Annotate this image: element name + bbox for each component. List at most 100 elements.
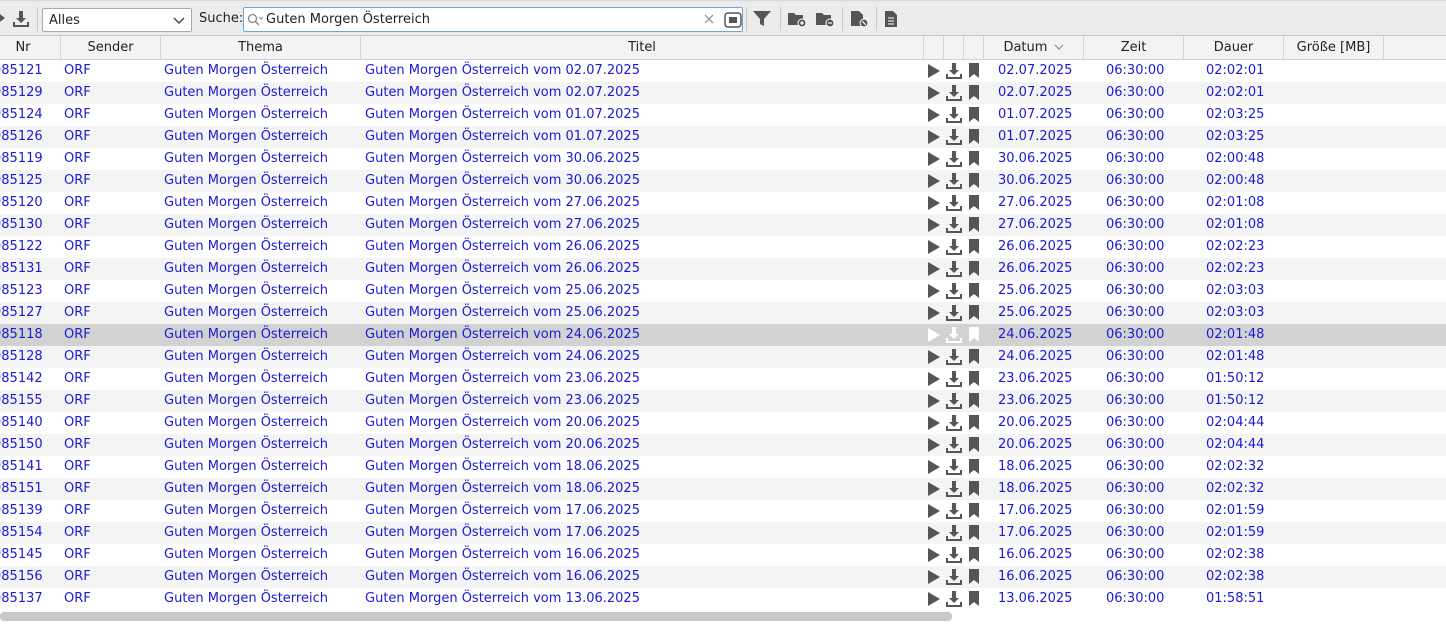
download-icon[interactable] xyxy=(945,502,963,524)
search-config-icon[interactable] xyxy=(724,11,742,33)
download-icon[interactable] xyxy=(945,546,963,568)
table-row[interactable]: 985124 ORF Guten Morgen Österreich Guten Mo… xyxy=(0,104,1446,126)
play-icon[interactable] xyxy=(927,217,941,237)
download-icon[interactable] xyxy=(945,128,963,150)
table-row[interactable]: 985141 ORF Guten Morgen Österreich Guten Mo… xyxy=(0,456,1446,478)
bookmark-icon[interactable] xyxy=(968,194,980,215)
play-icon[interactable] xyxy=(927,371,941,391)
bookmark-icon[interactable] xyxy=(968,260,980,281)
table-row[interactable]: 985128 ORF Guten Morgen Österreich Guten Mo… xyxy=(0,346,1446,368)
play-icon[interactable] xyxy=(927,393,941,413)
filter-select[interactable]: Alles xyxy=(42,8,192,32)
play-icon[interactable] xyxy=(927,129,941,149)
table-row[interactable]: 985123 ORF Guten Morgen Österreich Guten Mo… xyxy=(0,280,1446,302)
bookmark-icon[interactable] xyxy=(968,590,980,610)
table-row[interactable]: 985154 ORF Guten Morgen Österreich Guten Mo… xyxy=(0,522,1446,544)
table-row[interactable]: 985127 ORF Guten Morgen Österreich Guten Mo… xyxy=(0,302,1446,324)
table-row[interactable]: 985140 ORF Guten Morgen Österreich Guten Mo… xyxy=(0,412,1446,434)
play-icon[interactable] xyxy=(927,569,941,589)
play-icon[interactable] xyxy=(927,459,941,479)
column-header-titel[interactable]: Titel xyxy=(361,36,924,59)
column-header-dauer[interactable]: Dauer xyxy=(1184,36,1284,59)
bookmark-icon[interactable] xyxy=(968,172,980,193)
blacklist-icon[interactable] xyxy=(849,10,869,28)
bookmark-icon[interactable] xyxy=(968,282,980,303)
remove-filter-icon[interactable] xyxy=(815,10,835,28)
download-icon[interactable] xyxy=(945,84,963,106)
bookmark-icon[interactable] xyxy=(968,414,980,435)
column-header-zeit[interactable]: Zeit xyxy=(1084,36,1184,59)
download-icon[interactable] xyxy=(945,348,963,370)
table-row[interactable]: 985120 ORF Guten Morgen Österreich Guten Mo… xyxy=(0,192,1446,214)
download-icon[interactable] xyxy=(945,480,963,502)
download-icon[interactable] xyxy=(945,260,963,282)
bookmark-icon[interactable] xyxy=(968,62,980,83)
download-icon[interactable] xyxy=(945,238,963,260)
bookmark-icon[interactable] xyxy=(968,238,980,259)
bookmark-icon[interactable] xyxy=(968,568,980,589)
play-toolbar-icon[interactable] xyxy=(0,11,6,25)
download-icon[interactable] xyxy=(945,524,963,546)
table-row[interactable]: 985125 ORF Guten Morgen Österreich Guten Mo… xyxy=(0,170,1446,192)
clear-icon[interactable] xyxy=(703,13,715,29)
filter-icon[interactable] xyxy=(753,10,771,27)
download-icon[interactable] xyxy=(945,216,963,238)
column-header-groesse[interactable]: Größe [MB] xyxy=(1284,36,1384,59)
bookmark-icon[interactable] xyxy=(968,304,980,325)
table-row[interactable]: 985118 ORF Guten Morgen Österreich Guten Mo… xyxy=(0,324,1446,346)
play-icon[interactable] xyxy=(927,195,941,215)
column-header-nr[interactable]: Nr xyxy=(0,36,61,59)
bookmark-icon[interactable] xyxy=(968,370,980,391)
table-row[interactable]: 985129 ORF Guten Morgen Österreich Guten Mo… xyxy=(0,82,1446,104)
bookmark-icon[interactable] xyxy=(968,502,980,523)
magnifier-icon[interactable] xyxy=(247,13,264,31)
play-icon[interactable] xyxy=(927,63,941,83)
table-row[interactable]: 985122 ORF Guten Morgen Österreich Guten Mo… xyxy=(0,236,1446,258)
table-row[interactable]: 985137 ORF Guten Morgen Österreich Guten Mo… xyxy=(0,588,1446,610)
play-icon[interactable] xyxy=(927,349,941,369)
table-row[interactable]: 985121 ORF Guten Morgen Österreich Guten Mo… xyxy=(0,60,1446,82)
play-icon[interactable] xyxy=(927,525,941,545)
bookmark-icon[interactable] xyxy=(968,106,980,127)
download-icon[interactable] xyxy=(945,436,963,458)
horizontal-scrollbar[interactable] xyxy=(0,612,952,621)
bookmark-icon[interactable] xyxy=(968,326,980,347)
play-icon[interactable] xyxy=(927,85,941,105)
play-icon[interactable] xyxy=(927,415,941,435)
bookmark-icon[interactable] xyxy=(968,392,980,413)
table-row[interactable]: 985142 ORF Guten Morgen Österreich Guten Mo… xyxy=(0,368,1446,390)
bookmark-icon[interactable] xyxy=(968,458,980,479)
download-icon[interactable] xyxy=(945,458,963,480)
download-icon[interactable] xyxy=(945,282,963,304)
table-row[interactable]: 985155 ORF Guten Morgen Österreich Guten Mo… xyxy=(0,390,1446,412)
play-icon[interactable] xyxy=(927,173,941,193)
play-icon[interactable] xyxy=(927,107,941,127)
table-row[interactable]: 985131 ORF Guten Morgen Österreich Guten Mo… xyxy=(0,258,1446,280)
search-input[interactable]: Guten Morgen Österreich xyxy=(243,7,743,32)
table-row[interactable]: 985139 ORF Guten Morgen Österreich Guten Mo… xyxy=(0,500,1446,522)
bookmark-icon[interactable] xyxy=(968,216,980,237)
bookmark-icon[interactable] xyxy=(968,128,980,149)
bookmark-icon[interactable] xyxy=(968,436,980,457)
column-header-play[interactable] xyxy=(924,36,944,59)
play-icon[interactable] xyxy=(927,305,941,325)
download-icon[interactable] xyxy=(945,150,963,172)
column-header-datum[interactable]: Datum xyxy=(984,36,1084,59)
download-icon[interactable] xyxy=(945,590,963,610)
bookmark-icon[interactable] xyxy=(968,150,980,171)
download-icon[interactable] xyxy=(945,568,963,590)
download-icon[interactable] xyxy=(945,326,963,348)
table-row[interactable]: 985145 ORF Guten Morgen Österreich Guten Mo… xyxy=(0,544,1446,566)
download-icon[interactable] xyxy=(945,172,963,194)
play-icon[interactable] xyxy=(927,151,941,171)
play-icon[interactable] xyxy=(927,327,941,347)
bookmark-icon[interactable] xyxy=(968,84,980,105)
column-header-sender[interactable]: Sender xyxy=(61,36,161,59)
document-icon[interactable] xyxy=(884,10,898,28)
table-row[interactable]: 985151 ORF Guten Morgen Österreich Guten Mo… xyxy=(0,478,1446,500)
play-icon[interactable] xyxy=(927,503,941,523)
table-row[interactable]: 985130 ORF Guten Morgen Österreich Guten Mo… xyxy=(0,214,1446,236)
column-header-bookmark[interactable] xyxy=(964,36,984,59)
play-icon[interactable] xyxy=(927,261,941,281)
play-icon[interactable] xyxy=(927,547,941,567)
